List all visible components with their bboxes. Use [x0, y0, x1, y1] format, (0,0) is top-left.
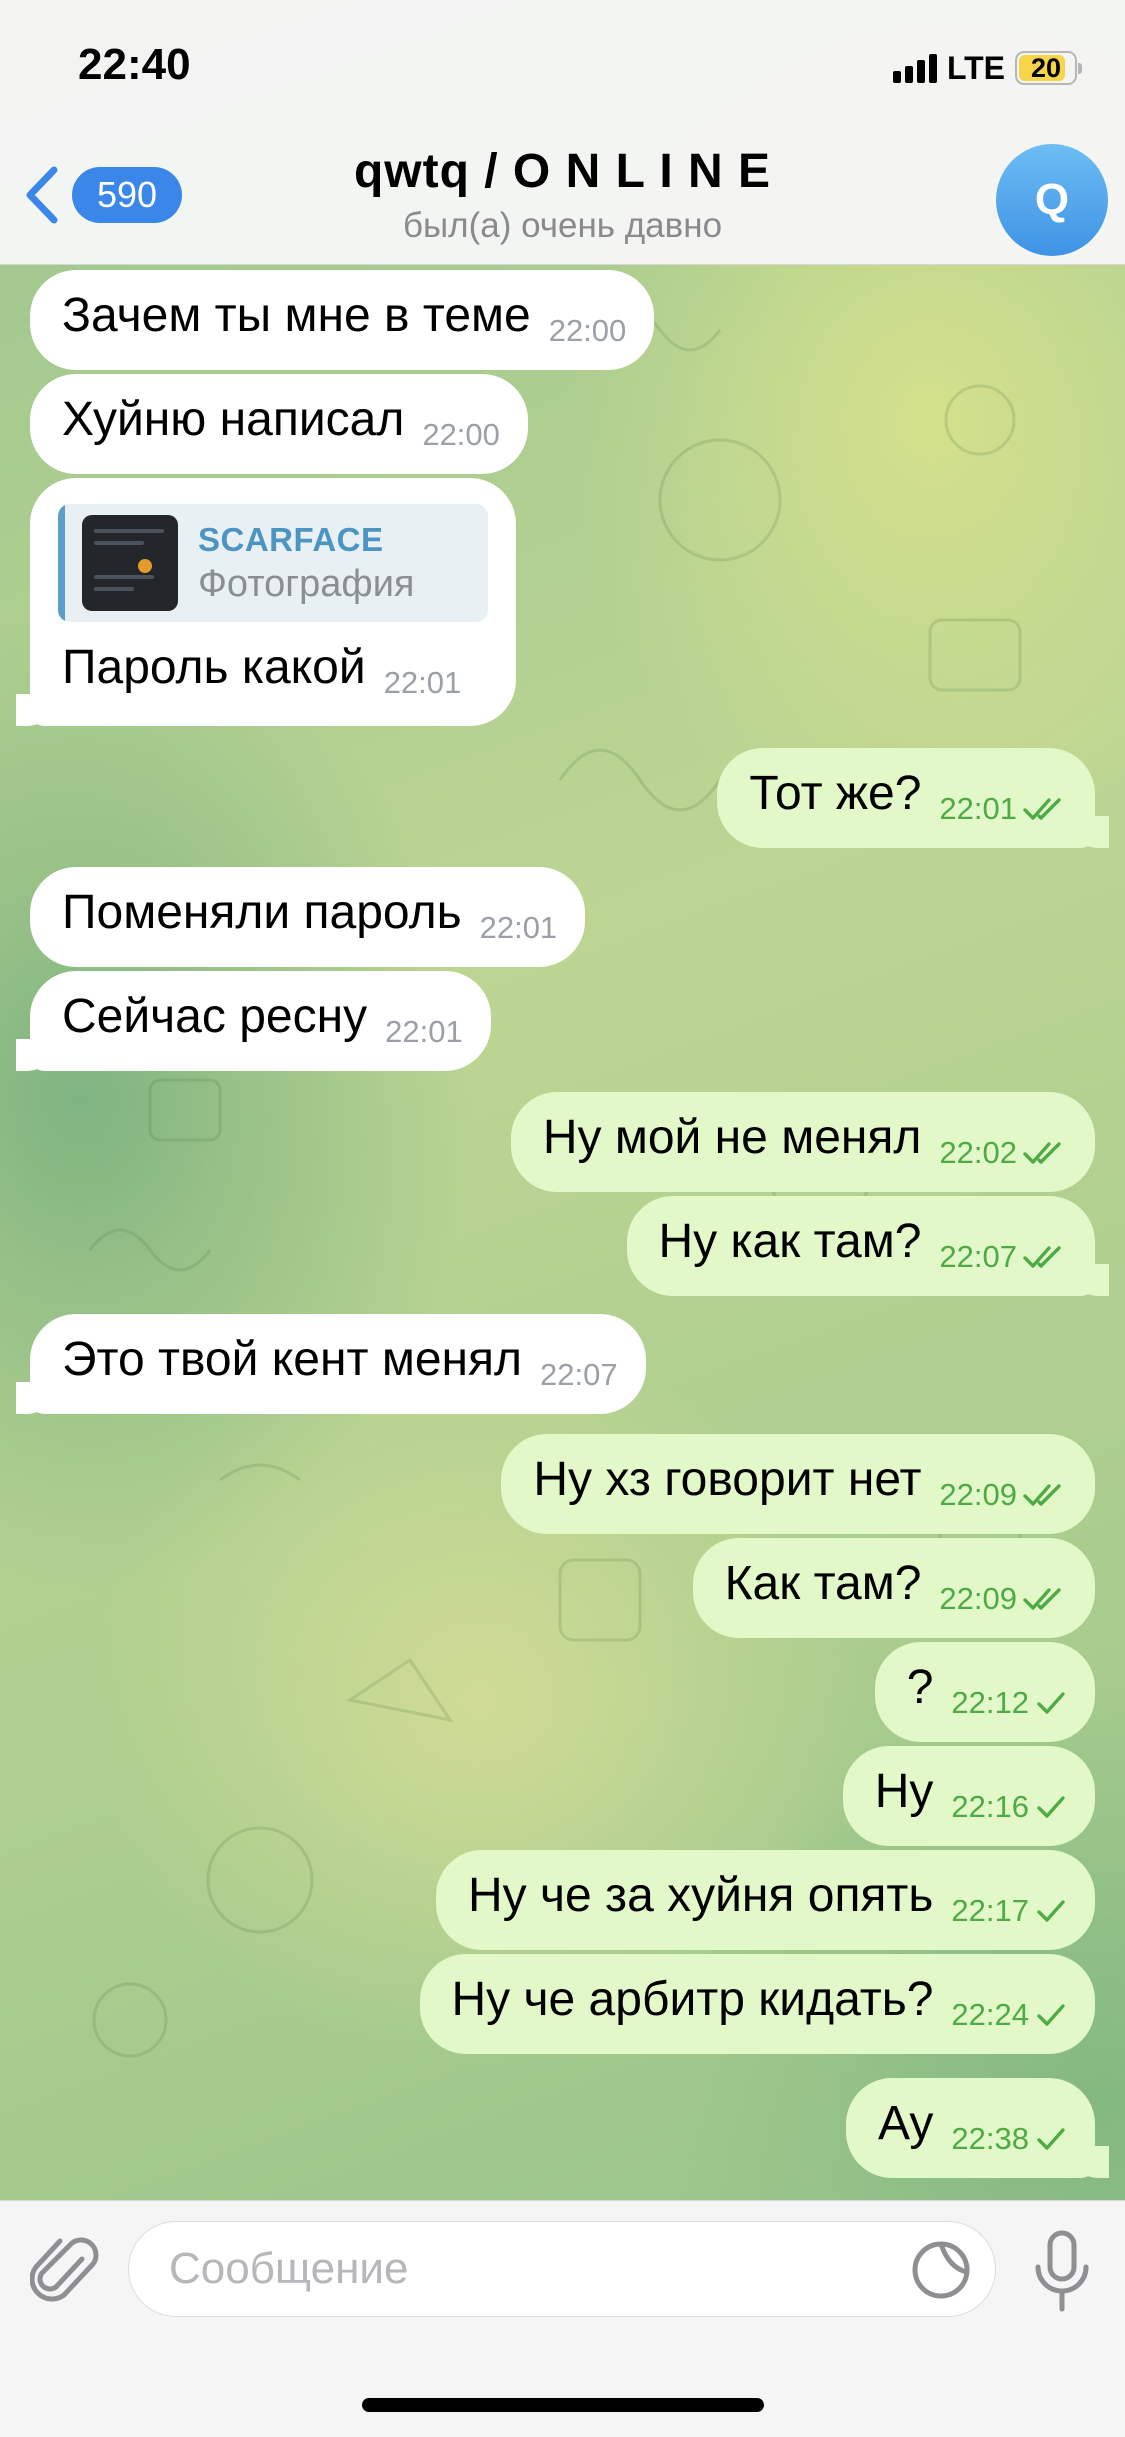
message-text: Зачем ты мне в теме: [62, 289, 531, 342]
message-text: Тот же?: [749, 767, 922, 820]
message-time: 22:12: [951, 1685, 1029, 1720]
microphone-icon[interactable]: [1030, 2229, 1094, 2313]
signal-icon: [892, 53, 937, 83]
chat-title[interactable]: qwtq / O N L I N E: [0, 144, 1125, 199]
message-text: Пароль какой: [62, 641, 366, 694]
message-meta: 22:09: [939, 1581, 1067, 1617]
message-meta: 22:17: [951, 1893, 1067, 1929]
message-meta: 22:07: [540, 1357, 618, 1393]
message-text: Как там?: [724, 1557, 922, 1610]
battery-level: 20: [1030, 52, 1062, 83]
outgoing-message[interactable]: Ну че за хуйня опять 22:17: [436, 1850, 1095, 1950]
message-time: 22:24: [951, 1997, 1029, 2032]
check-icon: [1037, 1796, 1065, 1818]
message-text: Поменяли пароль: [62, 886, 462, 939]
outgoing-message[interactable]: Ну че арбитр кидать? 22:24: [419, 1954, 1095, 2054]
message-input-placeholder: Сообщение: [169, 2244, 409, 2293]
outgoing-message[interactable]: Ну мой не менял 22:02: [510, 1092, 1095, 1192]
message-text: Ну че за хуйня опять: [468, 1869, 934, 1922]
chat-header: 22:40 LTE 20 590 qwtq / O N L I N E был(…: [0, 0, 1125, 265]
sticker-icon[interactable]: [909, 2238, 973, 2302]
message-meta: 22:24: [951, 1997, 1067, 2033]
message-meta: 22:38: [951, 2121, 1067, 2157]
message-time: 22:38: [951, 2121, 1029, 2156]
incoming-message[interactable]: Сейчас ресну 22:01: [16, 971, 491, 1071]
message-list[interactable]: Зачем ты мне в теме 22:00 Хуйню написал 22:…: [0, 0, 1125, 2200]
message-meta: 22:01: [384, 665, 462, 701]
double-check-icon: [1023, 1484, 1061, 1506]
message-time: 22:01: [385, 1014, 463, 1049]
network-label: LTE: [946, 49, 1005, 86]
message-text: Ну че арбитр кидать?: [451, 1973, 934, 2026]
message-meta: 22:16: [951, 1789, 1067, 1825]
outgoing-message[interactable]: Ну хз говорит нет 22:09: [501, 1434, 1095, 1534]
message-time: 22:01: [939, 791, 1017, 826]
check-icon: [1037, 1900, 1065, 1922]
message-time: 22:16: [951, 1789, 1029, 1824]
message-time: 22:02: [939, 1135, 1017, 1170]
message-meta: 22:02: [939, 1135, 1067, 1171]
double-check-icon: [1023, 1246, 1061, 1268]
battery-icon: 20: [1015, 51, 1082, 85]
outgoing-message[interactable]: Ну как там? 22:07: [626, 1196, 1109, 1296]
incoming-message[interactable]: Поменяли пароль 22:01: [30, 867, 586, 967]
check-icon: [1037, 1692, 1065, 1714]
message-time: 22:09: [939, 1477, 1017, 1512]
incoming-message[interactable]: Зачем ты мне в теме 22:00: [30, 270, 655, 370]
outgoing-message[interactable]: Тот же? 22:01: [717, 748, 1109, 848]
message-meta: 22:07: [939, 1239, 1067, 1275]
home-indicator: [362, 2398, 764, 2412]
message-time: 22:00: [422, 417, 500, 452]
outgoing-message[interactable]: ? 22:12: [874, 1642, 1095, 1742]
double-check-icon: [1023, 798, 1061, 820]
message-time: 22:01: [383, 665, 462, 700]
message-text: Это твой кент менял: [62, 1333, 523, 1386]
double-check-icon: [1023, 1588, 1061, 1610]
message-time: 22:07: [939, 1239, 1017, 1274]
message-time: 22:07: [540, 1357, 618, 1392]
message-text: Ну мой не менял: [542, 1111, 922, 1164]
check-icon: [1037, 2128, 1065, 2150]
message-time: 22:01: [479, 910, 558, 945]
message-meta: 22:01: [480, 910, 558, 946]
message-meta: 22:01: [385, 1014, 463, 1050]
message-input[interactable]: Сообщение: [128, 2221, 996, 2317]
message-text: Ау: [877, 2097, 934, 2150]
double-check-icon: [1023, 1142, 1061, 1164]
message-text: Хуйню написал: [62, 393, 405, 446]
reply-preview[interactable]: SCARFACE Фотография: [58, 504, 488, 622]
message-text: Сейчас ресну: [62, 990, 368, 1043]
check-icon: [1037, 2004, 1065, 2026]
message-text: Ну как там?: [658, 1215, 922, 1268]
chat-status: был(а) очень давно: [402, 206, 723, 245]
message-meta: 22:00: [549, 313, 627, 349]
avatar[interactable]: Q: [996, 144, 1108, 256]
message-meta: 22:01: [939, 791, 1067, 827]
message-time: 22:17: [951, 1893, 1029, 1928]
status-time: 22:40: [78, 40, 191, 89]
incoming-message[interactable]: Хуйню написал 22:00: [30, 374, 528, 474]
incoming-message[interactable]: SCARFACE Фотография Пароль какой 22:01: [16, 478, 516, 726]
message-meta: 22:09: [939, 1477, 1067, 1513]
reply-sender: SCARFACE: [198, 520, 384, 558]
message-time: 22:00: [548, 313, 627, 348]
paperclip-icon[interactable]: [30, 2229, 100, 2309]
message-meta: 22:00: [422, 417, 500, 453]
message-text: Ну хз говорит нет: [533, 1453, 922, 1506]
message-meta: 22:12: [951, 1685, 1067, 1721]
status-indicators: LTE 20: [892, 48, 1082, 88]
message-text: ?: [906, 1661, 934, 1714]
message-time: 22:09: [939, 1581, 1017, 1616]
outgoing-message[interactable]: Ау 22:38: [845, 2078, 1110, 2178]
reply-thumbnail: [82, 515, 178, 611]
incoming-message[interactable]: Это твой кент менял 22:07: [16, 1314, 646, 1414]
reply-type: Фотография: [198, 562, 415, 605]
message-text: Ну: [874, 1765, 934, 1818]
outgoing-message[interactable]: Как там? 22:09: [692, 1538, 1095, 1638]
outgoing-message[interactable]: Ну 22:16: [842, 1746, 1095, 1846]
